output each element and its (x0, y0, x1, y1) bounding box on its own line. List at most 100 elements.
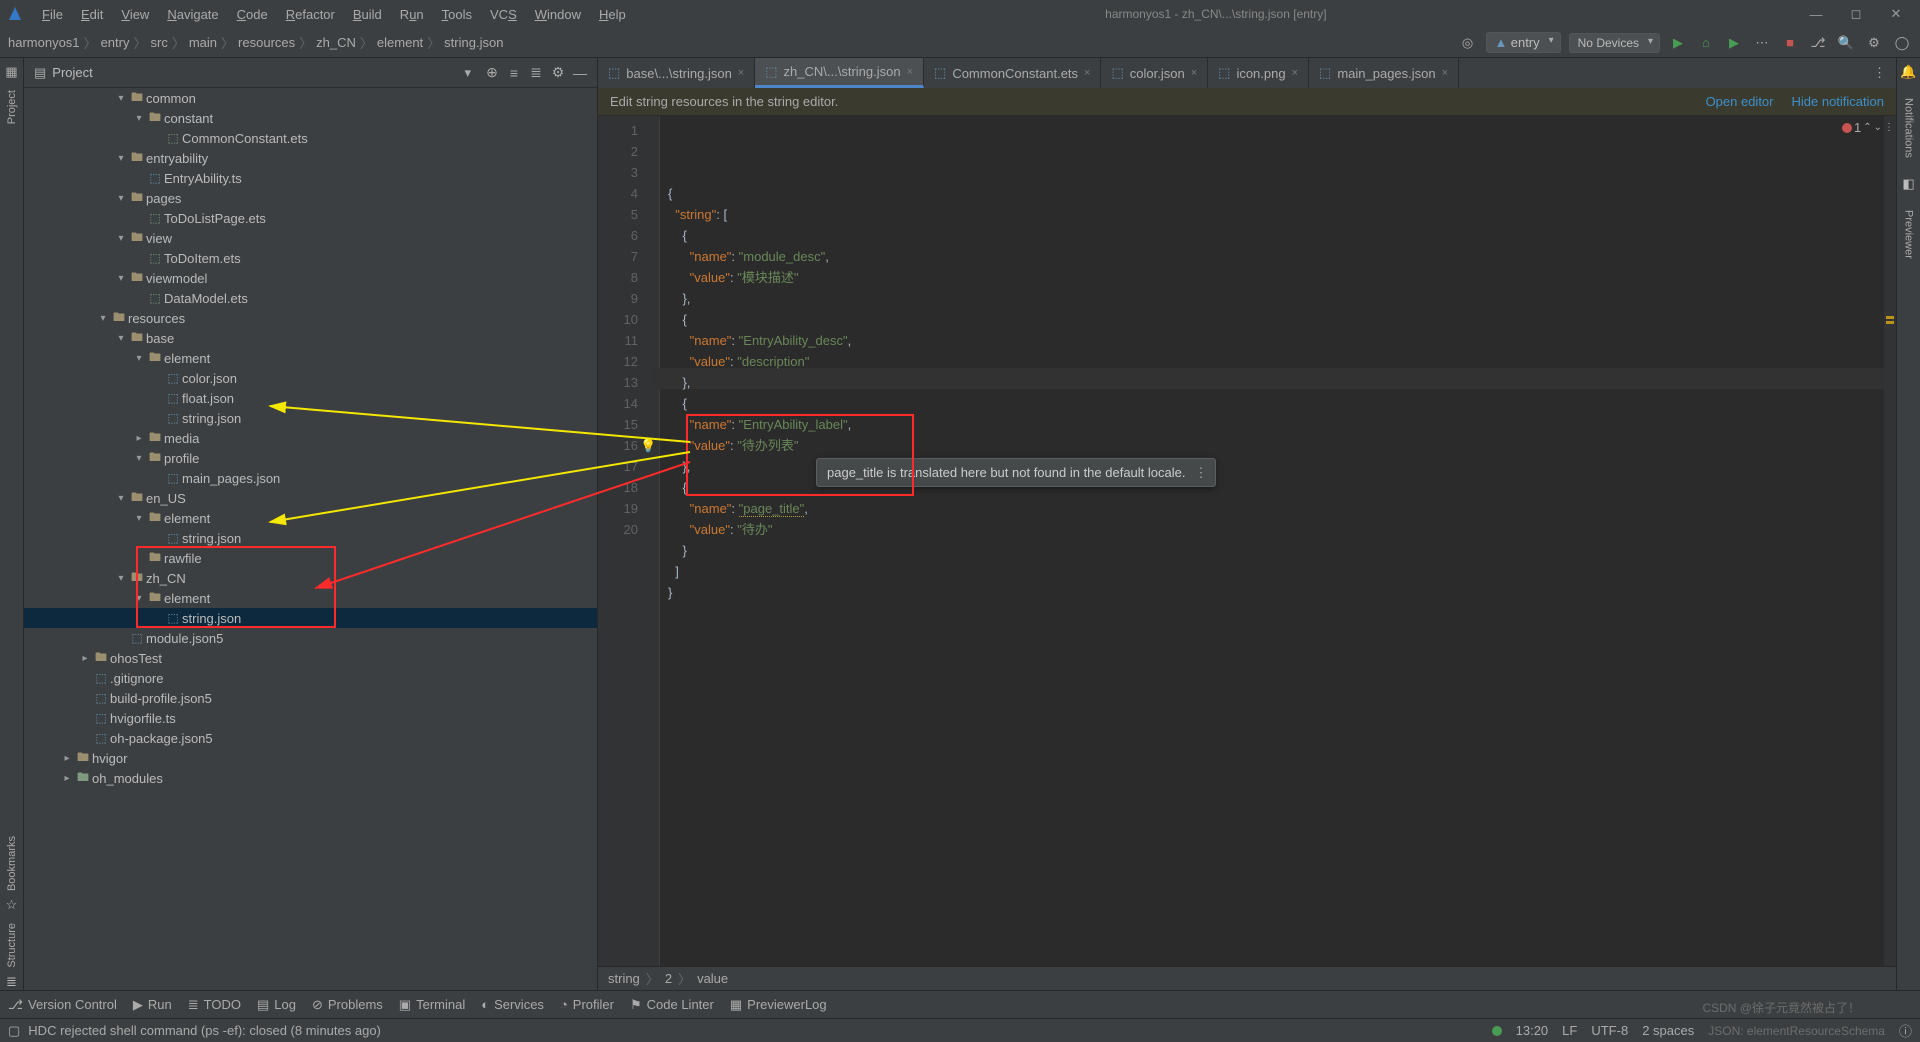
tree-twisty-icon[interactable]: ▾ (114, 573, 128, 584)
tree-item[interactable]: ⬚DataModel.ets (24, 288, 597, 308)
tree-item[interactable]: ⬚string.json (24, 608, 597, 628)
tree-item[interactable]: ▾🖿en_US (24, 488, 597, 508)
editor-tab[interactable]: ⬚main_pages.json× (1309, 58, 1459, 88)
editor-tab[interactable]: ⬚base\...\string.json× (598, 58, 755, 88)
collapse-all-icon[interactable]: ≣ (525, 64, 547, 81)
menu-window[interactable]: Window (527, 5, 589, 24)
tree-twisty-icon[interactable]: ▾ (114, 193, 128, 204)
tree-twisty-icon[interactable]: ▸ (60, 773, 74, 784)
run-config-dropdown[interactable]: ▲ entry (1486, 32, 1561, 53)
fold-gutter[interactable] (646, 116, 660, 966)
tree-item[interactable]: ⬚float.json (24, 388, 597, 408)
tree-item[interactable]: ▾🖿common (24, 88, 597, 108)
editor-tab[interactable]: ⬚icon.png× (1208, 58, 1309, 88)
tree-item[interactable]: ⬚.gitignore (24, 668, 597, 688)
breadcrumb-item[interactable]: harmonyos1 (8, 35, 80, 50)
close-tab-icon[interactable]: × (907, 66, 913, 78)
tree-item[interactable]: ⬚string.json (24, 528, 597, 548)
tree-item[interactable]: ▾🖿element (24, 588, 597, 608)
breadcrumb-item[interactable]: src (150, 35, 167, 50)
breadcrumb-item[interactable]: main (189, 35, 217, 50)
tree-item[interactable]: ▸🖿oh_modules (24, 768, 597, 788)
panel-settings-icon[interactable]: ⚙ (547, 64, 569, 81)
tree-item[interactable]: ⬚oh-package.json5 (24, 728, 597, 748)
tree-item[interactable]: ⬚build-profile.json5 (24, 688, 597, 708)
coverage-icon[interactable]: ▶ (1724, 33, 1744, 53)
breadcrumb-item[interactable]: element (377, 35, 423, 50)
dropdown-icon[interactable]: ▾ (464, 65, 471, 81)
tree-twisty-icon[interactable]: ▾ (114, 93, 128, 104)
line-ending[interactable]: LF (1562, 1023, 1577, 1038)
tree-twisty-icon[interactable]: ▾ (132, 353, 146, 364)
tool-window-toggle-icon[interactable]: ▢ (8, 1023, 20, 1039)
menu-help[interactable]: Help (591, 5, 634, 24)
structure-icon[interactable]: ≣ (6, 974, 17, 990)
menu-run[interactable]: Run (392, 5, 432, 24)
version-control-tab[interactable]: ⎇Version Control (8, 997, 117, 1013)
menu-navigate[interactable]: Navigate (159, 5, 226, 24)
tree-item[interactable]: ▾🖿pages (24, 188, 597, 208)
close-tab-icon[interactable]: × (1292, 67, 1298, 79)
tree-item[interactable]: ⬚color.json (24, 368, 597, 388)
indent-setting[interactable]: 2 spaces (1642, 1023, 1694, 1038)
hide-notification-link[interactable]: Hide notification (1792, 94, 1885, 109)
menu-tools[interactable]: Tools (434, 5, 480, 24)
tree-twisty-icon[interactable]: ▾ (96, 313, 110, 324)
tree-item[interactable]: ▾🖿element (24, 348, 597, 368)
stop-icon[interactable]: ■ (1780, 33, 1800, 53)
tree-twisty-icon[interactable]: ▾ (114, 333, 128, 344)
notifications-tab-label[interactable]: Notifications (1903, 98, 1915, 158)
tree-item[interactable]: ▾🖿constant (24, 108, 597, 128)
tree-twisty-icon[interactable]: ▾ (132, 593, 146, 604)
menu-vcs[interactable]: VCS (482, 5, 525, 24)
menu-edit[interactable]: Edit (73, 5, 111, 24)
tree-item[interactable]: ▾🖿entryability (24, 148, 597, 168)
tree-item[interactable]: 🖿rawfile (24, 548, 597, 568)
file-encoding[interactable]: UTF-8 (1591, 1023, 1628, 1038)
notifications-icon[interactable]: 🔔 (1900, 64, 1916, 80)
close-tab-icon[interactable]: × (738, 67, 744, 79)
tree-item[interactable]: ⬚hvigorfile.ts (24, 708, 597, 728)
bookmarks-tab-label[interactable]: Bookmarks (6, 836, 18, 891)
project-panel-title[interactable]: Project (52, 65, 464, 80)
close-tab-icon[interactable]: × (1084, 67, 1090, 79)
code-content[interactable]: { "string": [ { "name": "module_desc", "… (660, 116, 1896, 966)
editor-tab[interactable]: ⬚CommonConstant.ets× (924, 58, 1101, 88)
tree-twisty-icon[interactable]: ▾ (132, 113, 146, 124)
hide-panel-icon[interactable]: — (569, 65, 591, 81)
menu-code[interactable]: Code (229, 5, 276, 24)
tree-item[interactable]: ▾🖿resources (24, 308, 597, 328)
breadcrumb-item[interactable]: entry (101, 35, 130, 50)
tree-item[interactable]: ▾🖿viewmodel (24, 268, 597, 288)
tabs-more-icon[interactable]: ⋮ (1863, 58, 1896, 88)
previewer-icon[interactable]: ◧ (1902, 176, 1914, 192)
tree-twisty-icon[interactable]: ▾ (114, 493, 128, 504)
tree-twisty-icon[interactable]: ▸ (132, 433, 146, 444)
menu-file[interactable]: FFileile (34, 5, 71, 24)
code-editor[interactable]: 1234567891011121314151617181920 { "strin… (598, 116, 1896, 966)
tree-item[interactable]: ▸🖿ohosTest (24, 648, 597, 668)
codelinter-tab[interactable]: ⚑Code Linter (630, 997, 714, 1013)
bookmarks-icon[interactable]: ☆ (6, 897, 18, 913)
close-button[interactable]: ✕ (1878, 6, 1914, 22)
debug-icon[interactable]: ⌂ (1696, 33, 1716, 53)
project-tab-icon[interactable]: ▦ (5, 64, 17, 80)
expand-all-icon[interactable]: ≡ (503, 65, 525, 81)
breadcrumb-item[interactable]: resources (238, 35, 295, 50)
run-icon[interactable]: ▶ (1668, 33, 1688, 53)
schema-label[interactable]: JSON: elementResourceSchema (1708, 1024, 1885, 1038)
intention-bulb-icon[interactable]: 💡 (640, 435, 656, 456)
structure-tab-label[interactable]: Structure (6, 923, 18, 968)
tree-twisty-icon[interactable]: ▾ (114, 153, 128, 164)
device-dropdown[interactable]: No Devices (1569, 33, 1660, 53)
menu-build[interactable]: Build (345, 5, 390, 24)
log-tab[interactable]: ▤Log (257, 997, 296, 1013)
attach-icon[interactable]: ⋯ (1752, 33, 1772, 53)
tree-twisty-icon[interactable]: ▸ (78, 653, 92, 664)
tree-item[interactable]: ⬚string.json (24, 408, 597, 428)
close-tab-icon[interactable]: × (1191, 67, 1197, 79)
menu-refactor[interactable]: Refactor (278, 5, 343, 24)
tree-item[interactable]: ⬚ToDoListPage.ets (24, 208, 597, 228)
tree-twisty-icon[interactable]: ▾ (114, 273, 128, 284)
profile-icon[interactable]: ◯ (1892, 33, 1912, 53)
